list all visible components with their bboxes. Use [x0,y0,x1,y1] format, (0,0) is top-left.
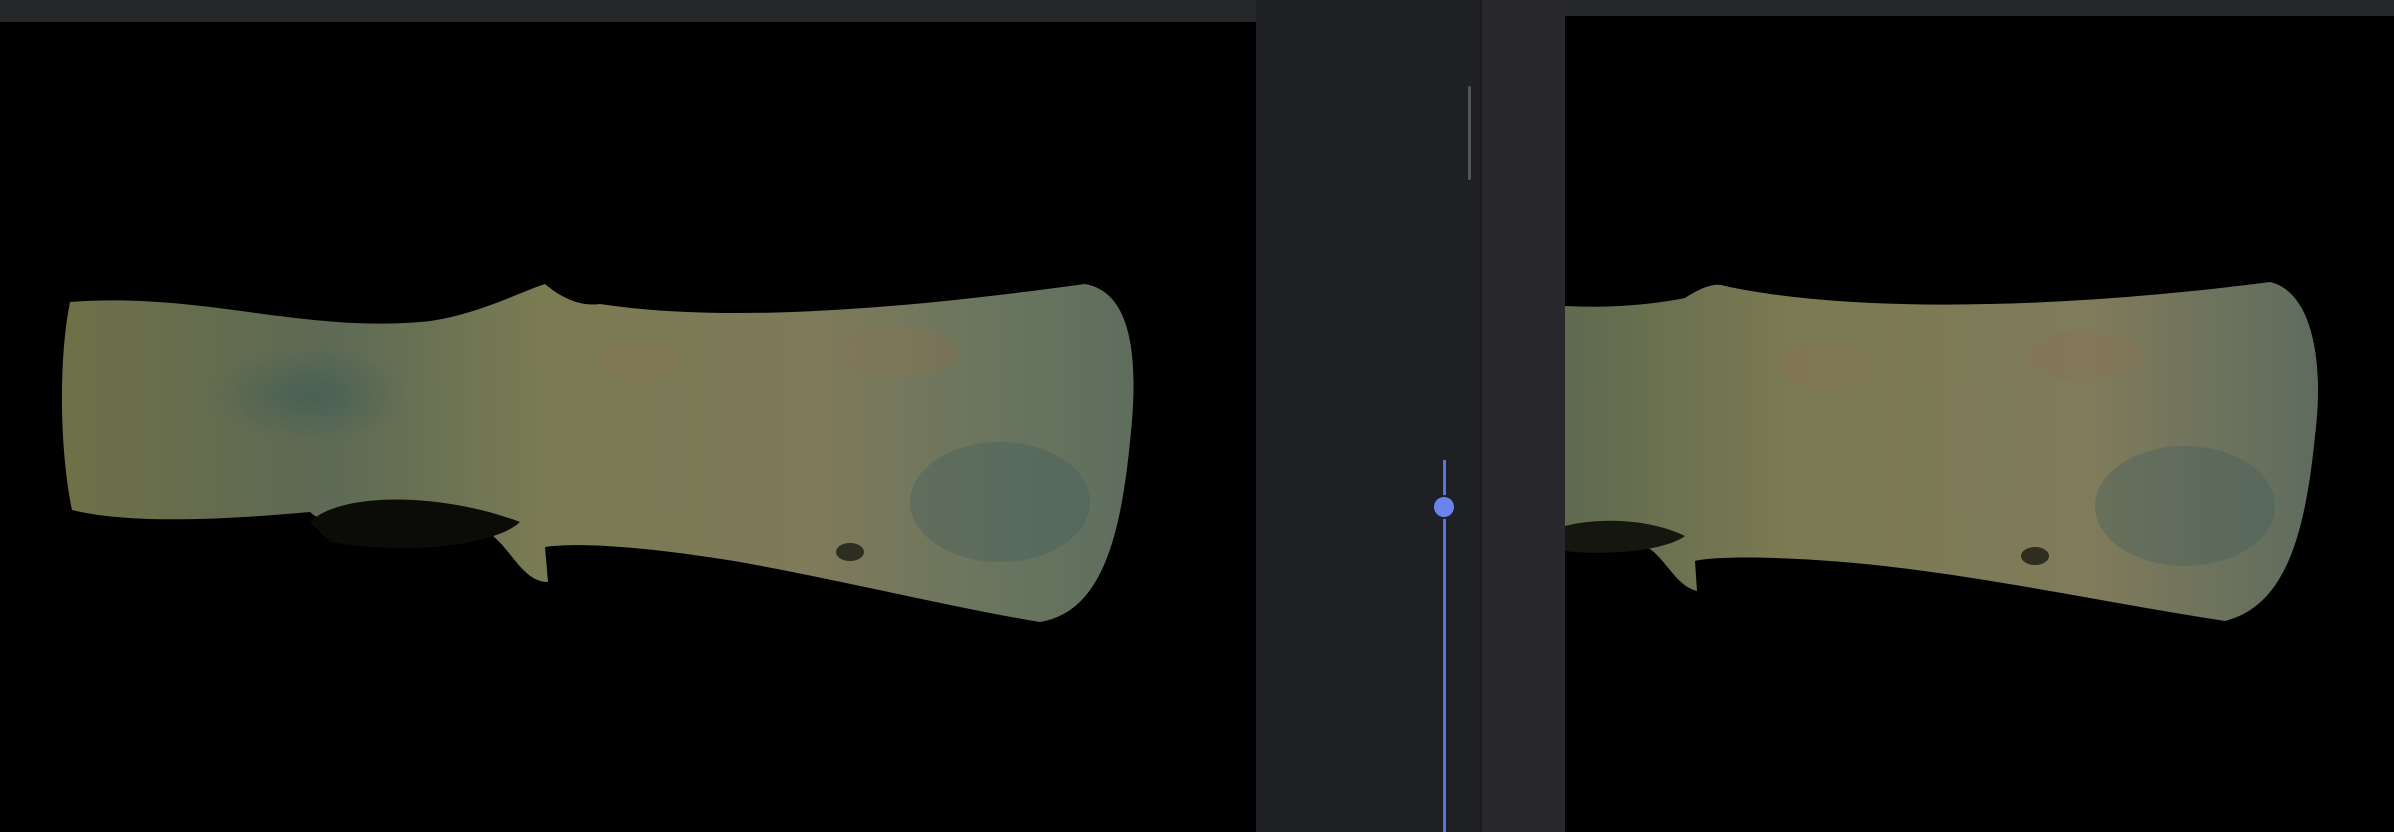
comparison-slider-handle[interactable] [1434,497,1454,517]
center-gutter [1256,0,1480,832]
top-toolbar-right [1565,0,2394,16]
image-panel-right[interactable] [1565,16,2394,832]
axe-artifact-image [61,284,1134,622]
axe-artifact-image-zoomed [1565,282,2318,621]
image-panel-left[interactable] [0,22,1256,832]
panel-divider[interactable] [1480,0,1567,832]
vertical-scrollbar[interactable] [1468,86,1471,180]
